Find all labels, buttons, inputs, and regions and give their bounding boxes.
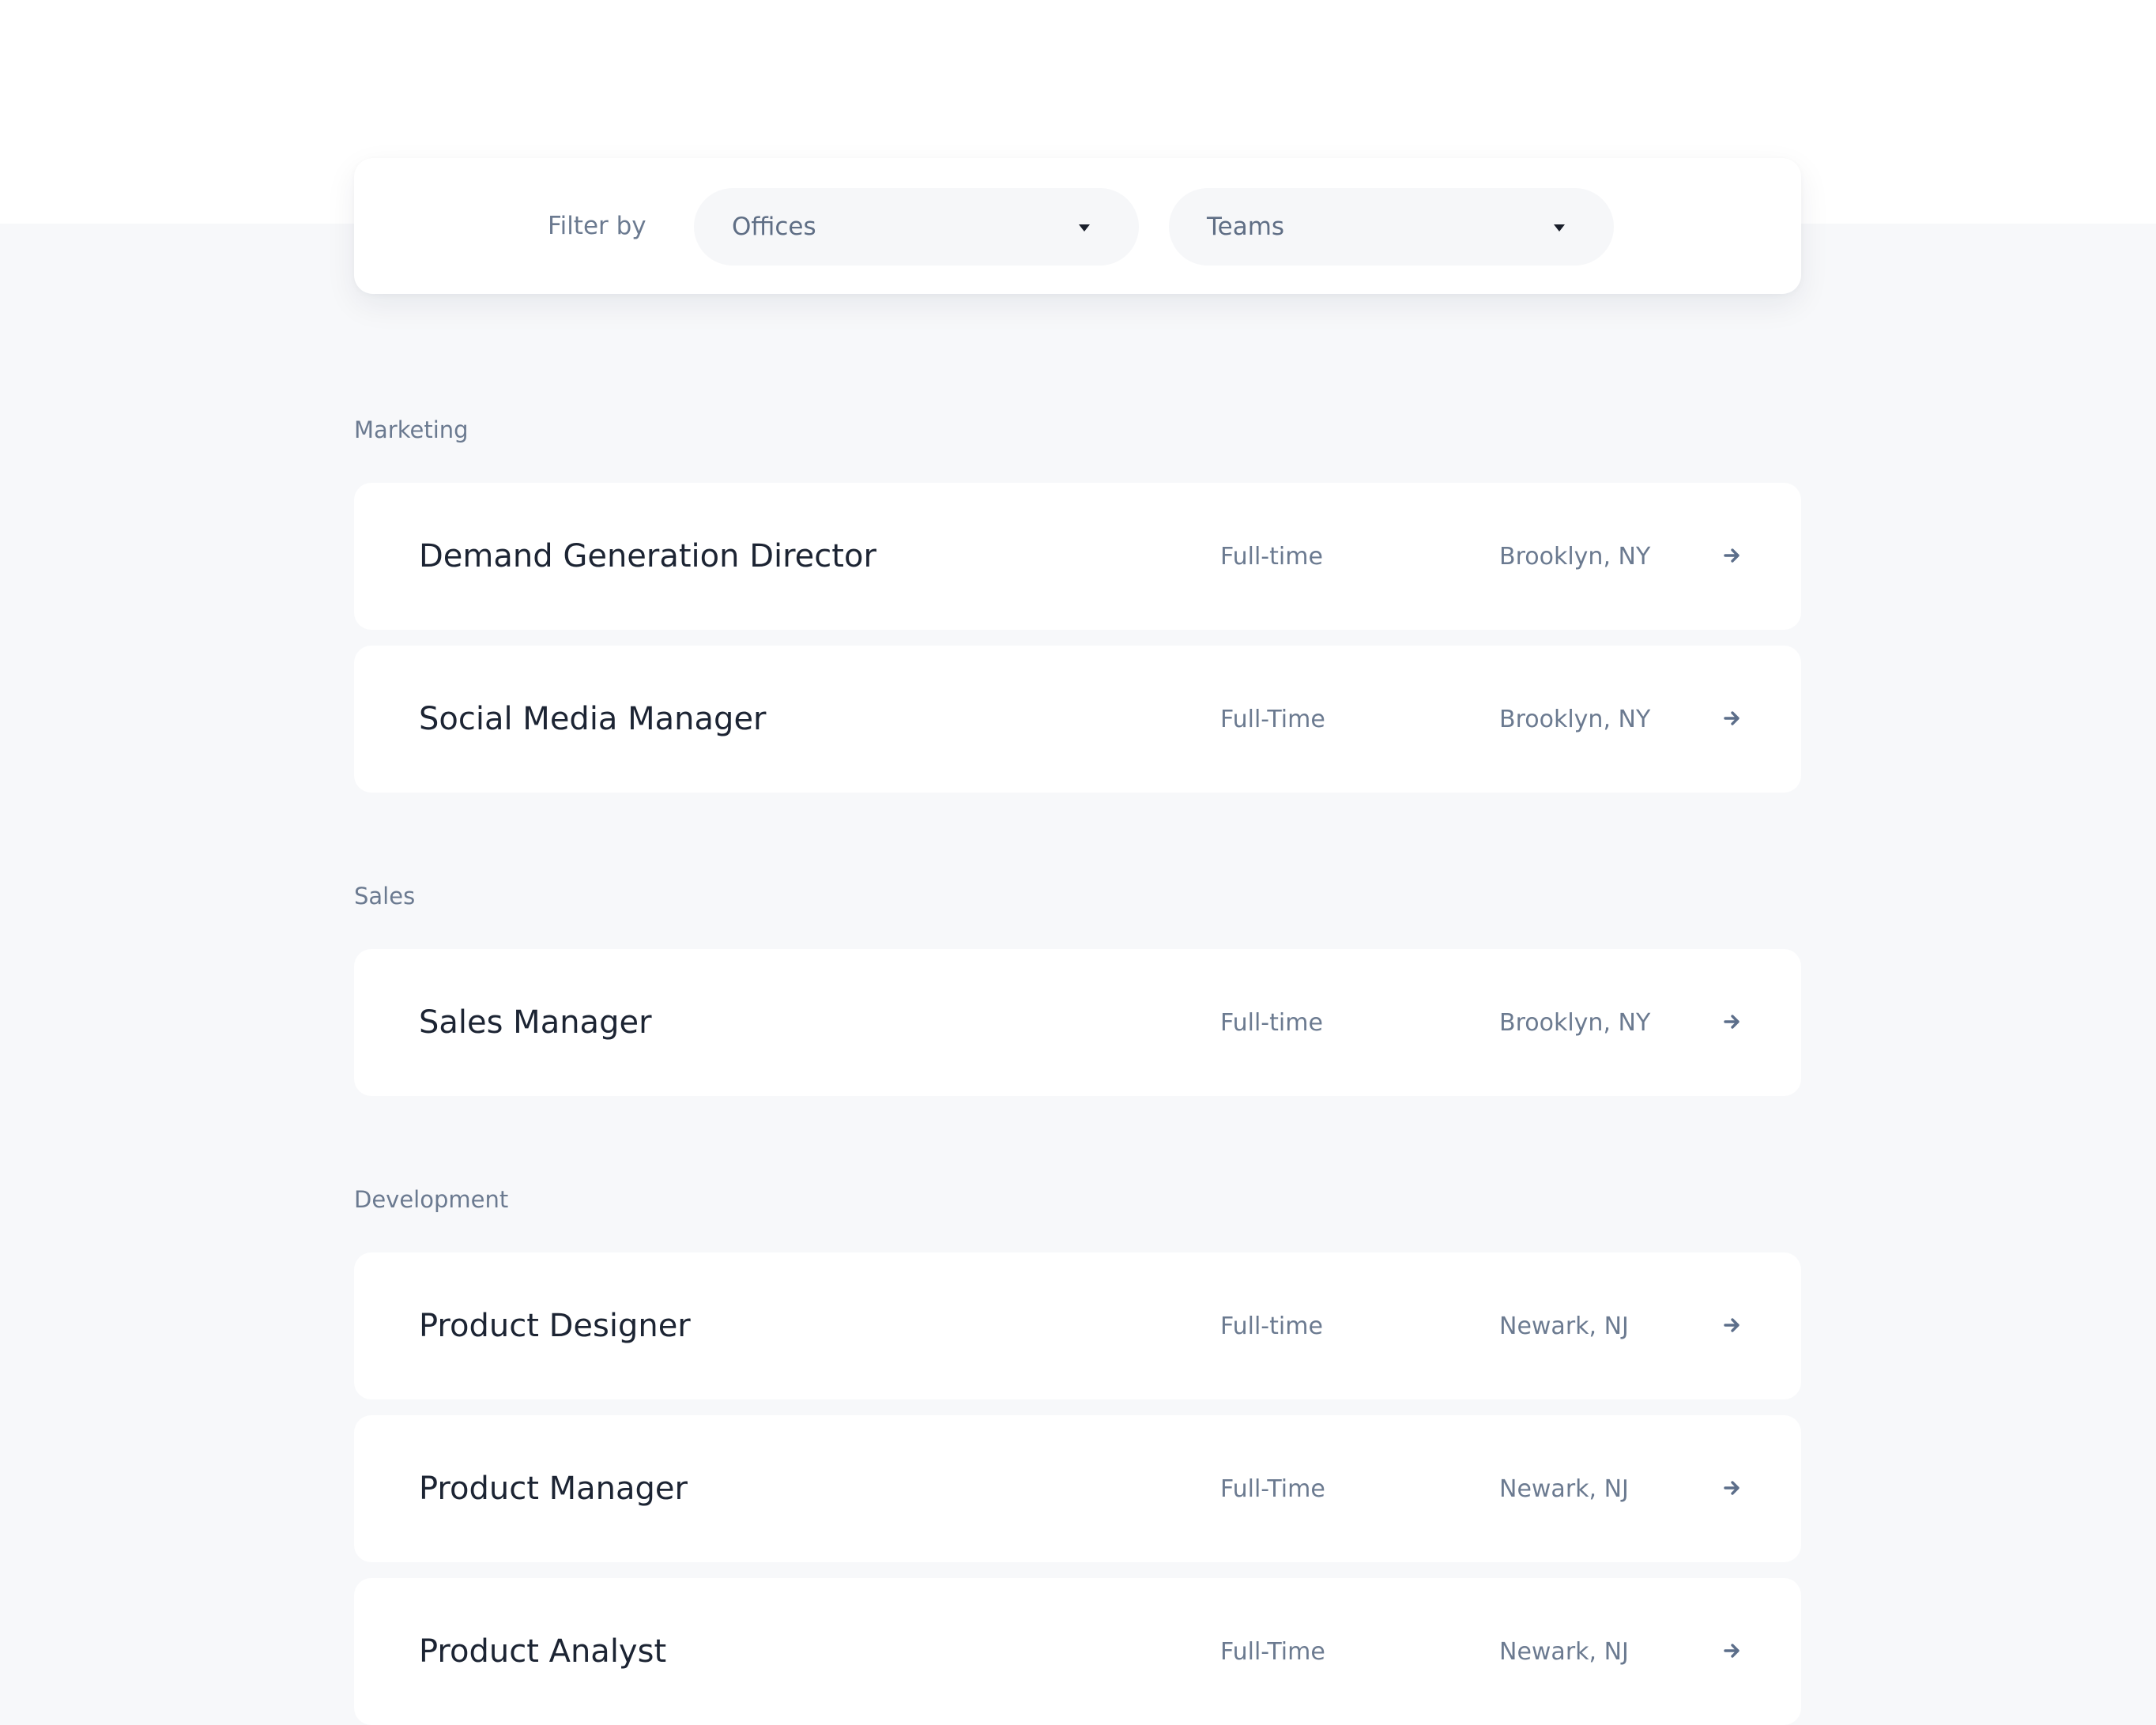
job-location: Brooklyn, NY bbox=[1499, 543, 1651, 571]
offices-select[interactable]: Offices bbox=[694, 188, 1139, 266]
arrow-right-icon[interactable] bbox=[1723, 1012, 1742, 1031]
job-title: Product Designer bbox=[419, 1308, 691, 1344]
section-title-marketing: Marketing bbox=[354, 416, 469, 443]
caret-down-icon bbox=[1079, 224, 1090, 232]
job-title: Social Media Manager bbox=[419, 701, 767, 737]
job-row[interactable]: Social Media Manager Full-Time Brooklyn,… bbox=[354, 646, 1801, 793]
job-row[interactable]: Product Manager Full-Time Newark, NJ bbox=[354, 1415, 1801, 1562]
teams-select[interactable]: Teams bbox=[1169, 188, 1614, 266]
arrow-right-icon[interactable] bbox=[1723, 546, 1742, 565]
arrow-right-icon[interactable] bbox=[1723, 709, 1742, 728]
job-type: Full-Time bbox=[1220, 1475, 1325, 1503]
job-row[interactable]: Product Designer Full-time Newark, NJ bbox=[354, 1252, 1801, 1399]
offices-select-value: Offices bbox=[732, 213, 816, 241]
job-row[interactable]: Sales Manager Full-time Brooklyn, NY bbox=[354, 949, 1801, 1096]
job-title: Demand Generation Director bbox=[419, 538, 876, 574]
job-row[interactable]: Demand Generation Director Full-time Bro… bbox=[354, 483, 1801, 630]
filter-label: Filter by bbox=[548, 212, 646, 240]
job-location: Newark, NJ bbox=[1499, 1638, 1629, 1666]
job-type: Full-Time bbox=[1220, 706, 1325, 733]
job-type: Full-time bbox=[1220, 543, 1323, 571]
job-type: Full-Time bbox=[1220, 1638, 1325, 1666]
job-title: Sales Manager bbox=[419, 1004, 652, 1041]
job-title: Product Analyst bbox=[419, 1633, 667, 1670]
arrow-right-icon[interactable] bbox=[1723, 1478, 1742, 1497]
job-location: Brooklyn, NY bbox=[1499, 1009, 1651, 1037]
job-title: Product Manager bbox=[419, 1471, 688, 1507]
section-title-sales: Sales bbox=[354, 883, 416, 910]
job-type: Full-time bbox=[1220, 1313, 1323, 1340]
teams-select-value: Teams bbox=[1207, 213, 1285, 241]
job-location: Newark, NJ bbox=[1499, 1313, 1629, 1340]
job-location: Brooklyn, NY bbox=[1499, 706, 1651, 733]
job-location: Newark, NJ bbox=[1499, 1475, 1629, 1503]
job-row[interactable]: Product Analyst Full-Time Newark, NJ bbox=[354, 1578, 1801, 1725]
job-type: Full-time bbox=[1220, 1009, 1323, 1037]
arrow-right-icon[interactable] bbox=[1723, 1641, 1742, 1660]
filter-bar: Filter by Offices Teams bbox=[354, 158, 1801, 294]
section-title-development: Development bbox=[354, 1186, 509, 1213]
arrow-right-icon[interactable] bbox=[1723, 1316, 1742, 1335]
caret-down-icon bbox=[1554, 224, 1565, 232]
